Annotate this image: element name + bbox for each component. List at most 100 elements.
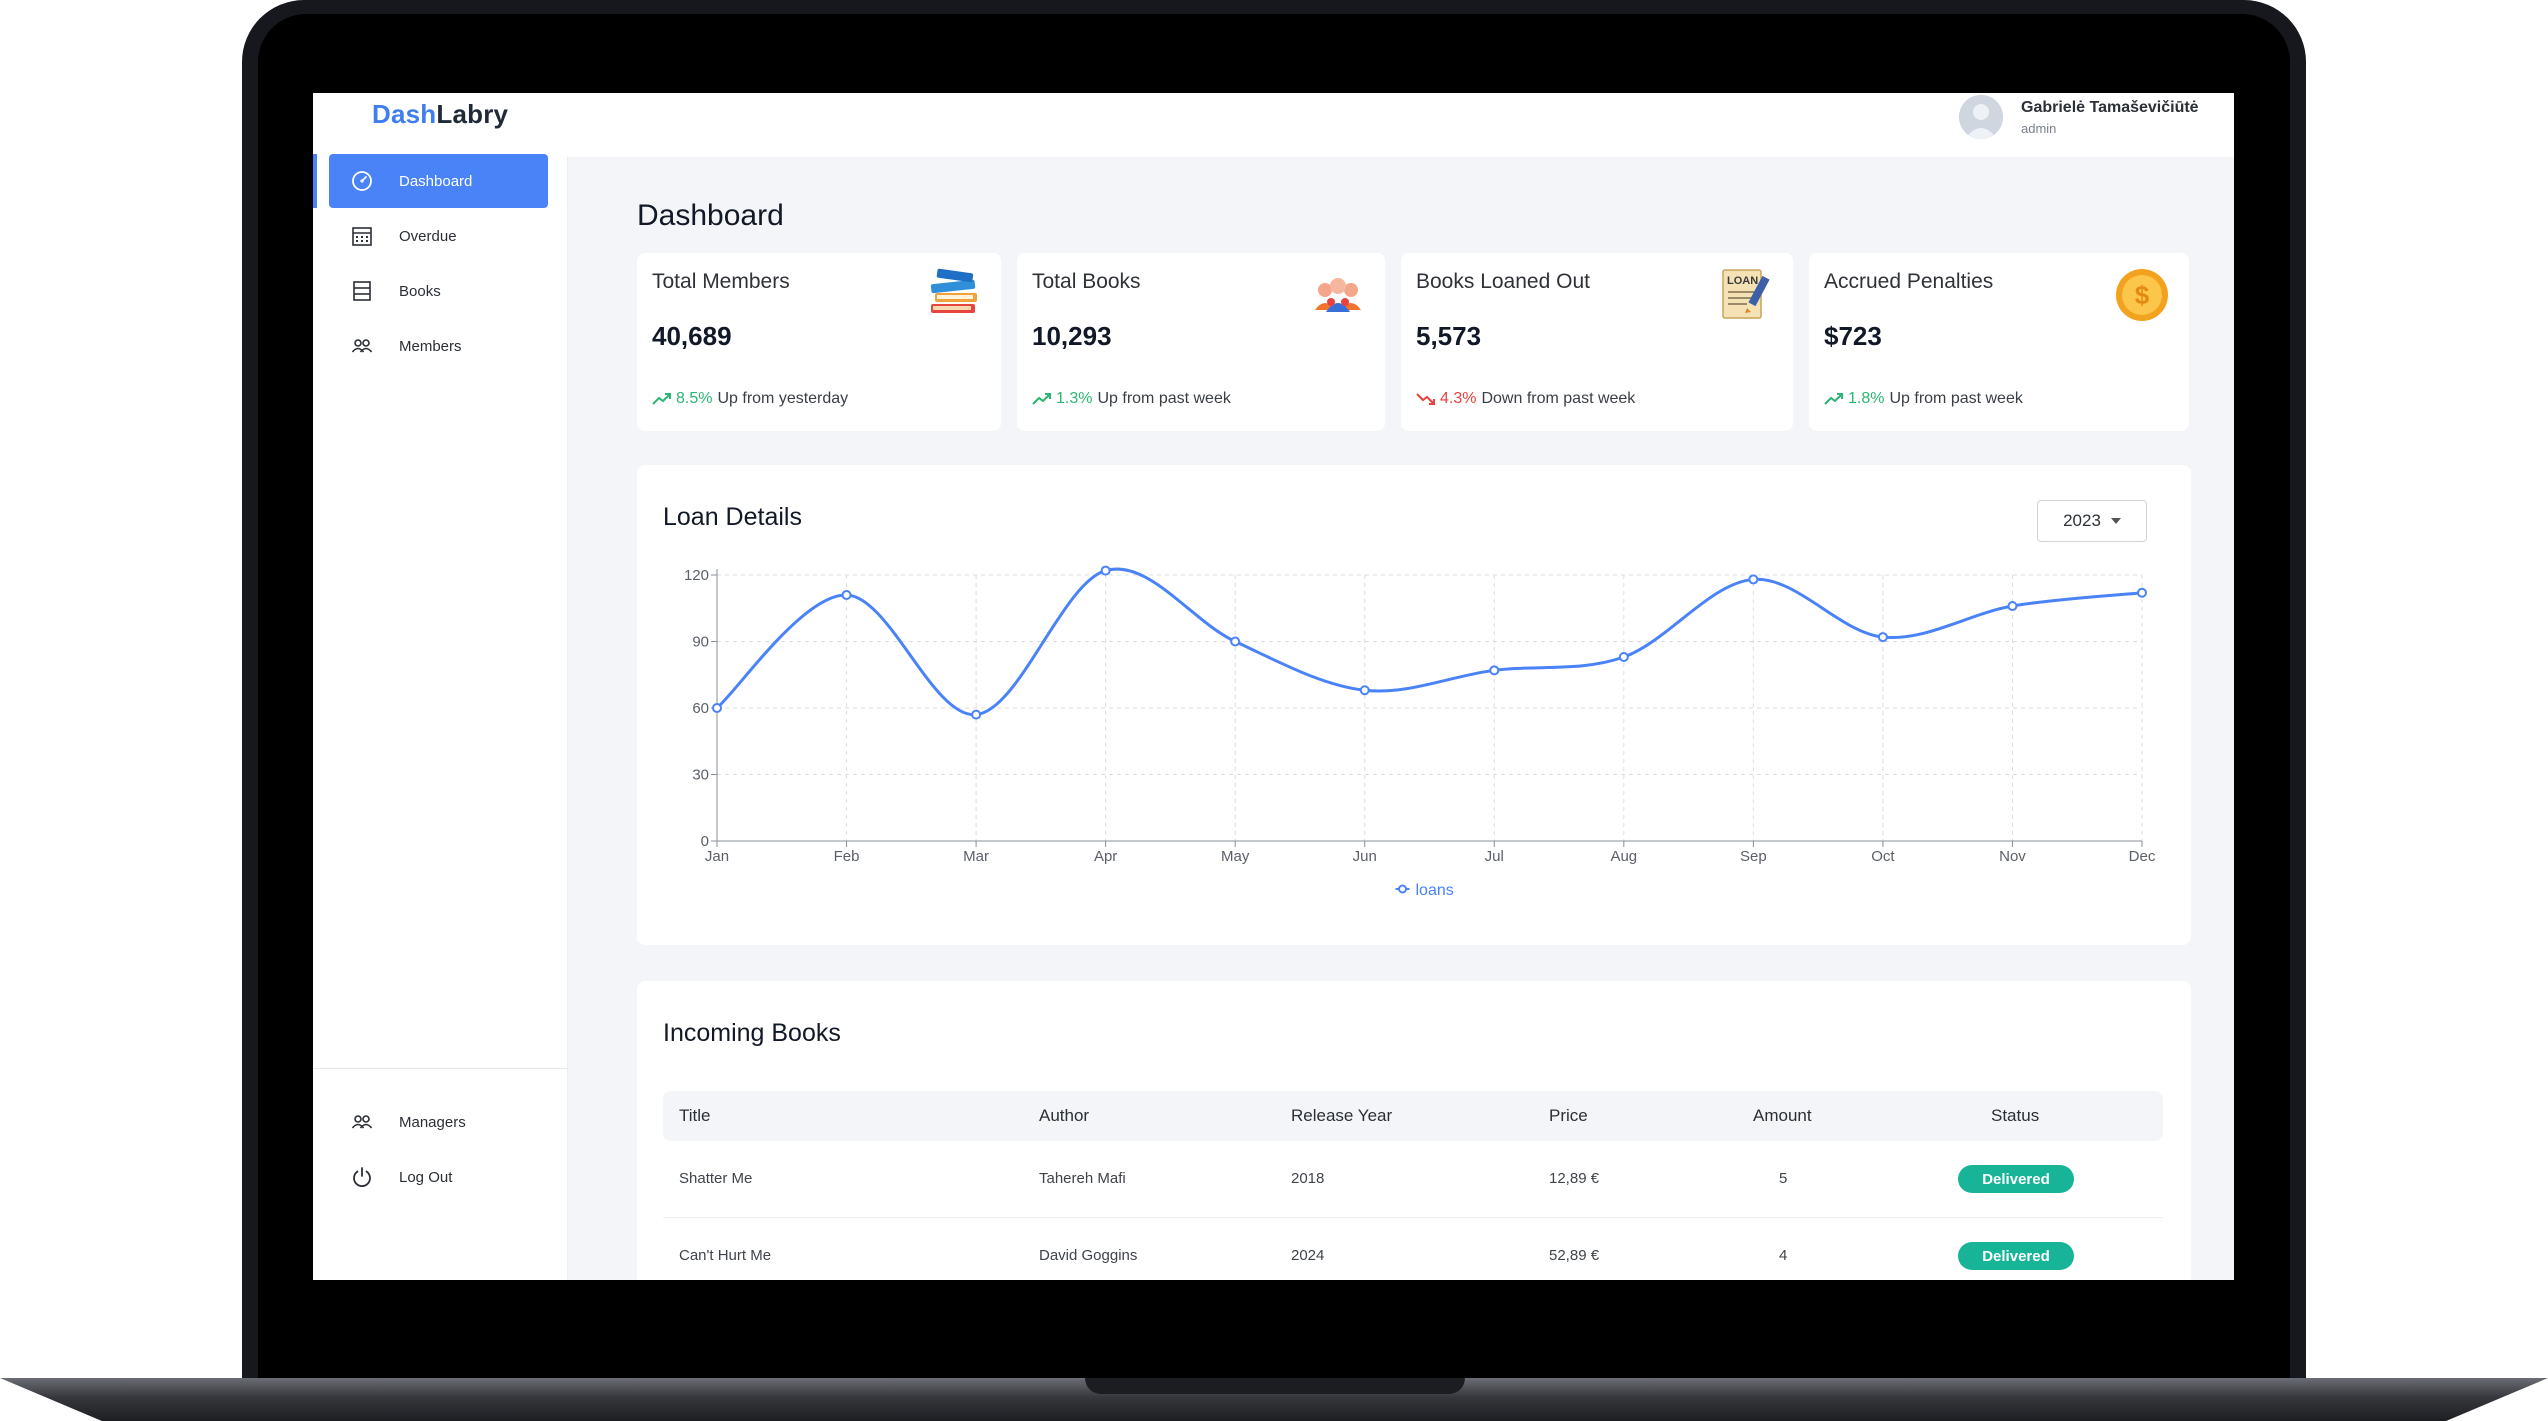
loan-line-chart: 0306090120Jan Feb Mar Apr May Jun Jul Aug Sep Oct…: [684, 565, 2156, 899]
data-point: [1100, 565, 1111, 576]
speedometer-icon: [351, 170, 373, 192]
card-trend: 1.8% Up from past week: [1824, 390, 2023, 408]
column-header[interactable]: Release Year: [1291, 1091, 1392, 1141]
sidebar-item-label: Books: [399, 282, 441, 300]
data-point: [971, 709, 982, 720]
x-tick-label: May: [1221, 848, 1250, 865]
column-header[interactable]: Status: [1991, 1091, 2039, 1141]
x-tick-label: Dec: [2129, 848, 2156, 865]
power-icon: [351, 1166, 373, 1188]
trend-up-icon: [652, 393, 671, 405]
sidebar-item-overdue[interactable]: Overdue: [329, 209, 548, 263]
x-tick-label: Jan: [705, 848, 729, 865]
cell-author: Tahereh Mafi: [1039, 1170, 1126, 1187]
stacked-books-icon: [925, 266, 983, 324]
trend-percent: 8.5%: [676, 390, 713, 407]
trend-up-icon: [1824, 393, 1843, 405]
active-indicator: [313, 154, 317, 208]
users-icon: [351, 1111, 373, 1133]
sidebar: DashLabry Dashboard Overdue Books Member…: [313, 93, 568, 1280]
status-badge: Delivered: [1958, 1165, 2074, 1193]
sidebar-item-dashboard[interactable]: Dashboard: [329, 154, 548, 208]
sidebar-divider: [313, 1068, 567, 1069]
trend-down-icon: [1416, 393, 1435, 405]
card-trend: 1.3% Up from past week: [1032, 390, 1231, 408]
cell-release-year: 2018: [1291, 1170, 1325, 1187]
stat-card-accrued-penalties: Accrued Penalties $723 $ 1.8% Up from pa…: [1809, 253, 2189, 431]
users-icon: [351, 335, 373, 357]
card-title: Total Members: [652, 270, 790, 293]
sidebar-item-managers[interactable]: Managers: [329, 1095, 548, 1149]
data-point: [1359, 685, 1370, 696]
sidebar-item-members[interactable]: Members: [329, 319, 548, 373]
legend-swatch-point: [1398, 884, 1407, 894]
data-point: [1489, 665, 1500, 676]
table-row[interactable]: Shatter Me Tahereh Mafi 2018 12,89 € 5 D…: [663, 1141, 2163, 1218]
column-header[interactable]: Price: [1549, 1091, 1588, 1141]
x-tick-label: Apr: [1094, 848, 1117, 865]
app-screen: DashLabry Dashboard Overdue Books Member…: [313, 93, 2234, 1280]
card-value: 40,689: [652, 321, 732, 351]
cell-amount: 5: [1779, 1170, 1788, 1187]
incoming-books-panel: Incoming Books Title Author Release Year…: [637, 981, 2191, 1280]
trend-text: Up from past week: [1097, 390, 1231, 407]
cell-price: 52,89 €: [1549, 1247, 1600, 1264]
page-title: Dashboard: [637, 199, 784, 232]
table-header: Title Author Release Year Price Amount S…: [663, 1091, 2163, 1141]
x-tick-label: Aug: [1610, 848, 1637, 865]
x-tick-label: Feb: [834, 848, 860, 865]
laptop-notch: [1085, 1378, 1465, 1394]
cell-amount: 4: [1779, 1247, 1788, 1264]
y-tick-label: 90: [692, 634, 709, 651]
cell-price: 12,89 €: [1549, 1170, 1600, 1187]
x-tick-label: Jun: [1353, 848, 1377, 865]
data-point: [1877, 632, 1888, 643]
y-tick-label: 60: [692, 700, 709, 717]
trend-text: Up from past week: [1889, 390, 2023, 407]
status-badge: Delivered: [1958, 1242, 2074, 1270]
column-header[interactable]: Amount: [1753, 1091, 1812, 1141]
cell-release-year: 2024: [1291, 1247, 1325, 1264]
column-header[interactable]: Title: [679, 1091, 711, 1141]
dollar-coin-icon: $: [2113, 266, 2171, 324]
calendar-icon: [351, 225, 373, 247]
data-point: [841, 589, 852, 600]
sidebar-item-label: Managers: [399, 1113, 466, 1131]
legend-label: loans: [1416, 882, 1454, 899]
stat-card-books-loaned-out: Books Loaned Out 5,573 LOAN 4.3% Down fr…: [1401, 253, 1793, 431]
user-name[interactable]: Gabrielė Tamaševičiūtė: [2021, 99, 2199, 117]
card-trend: 8.5% Up from yesterday: [652, 390, 848, 408]
stat-card-total-books: Total Books 10,293 1.3% Up from past wee…: [1017, 253, 1385, 431]
people-group-icon: [1309, 266, 1367, 324]
column-header[interactable]: Author: [1039, 1091, 1089, 1141]
trend-up-icon: [1032, 393, 1051, 405]
user-role: admin: [2021, 121, 2057, 136]
sidebar-item-label: Log Out: [399, 1168, 453, 1186]
table-row[interactable]: Can't Hurt Me David Goggins 2024 52,89 €…: [663, 1218, 2163, 1280]
card-trend: 4.3% Down from past week: [1416, 390, 1635, 408]
y-tick-label: 120: [684, 567, 709, 584]
sidebar-item-label: Members: [399, 337, 462, 355]
svg-text:$: $: [2135, 280, 2150, 310]
card-title: Accrued Penalties: [1824, 270, 1994, 293]
card-value: 5,573: [1416, 321, 1482, 351]
data-point: [1748, 574, 1759, 585]
card-value: 10,293: [1032, 321, 1112, 351]
sidebar-item-label: Overdue: [399, 227, 457, 245]
sidebar-item-books[interactable]: Books: [329, 264, 548, 318]
data-point: [2007, 601, 2018, 612]
sidebar-item-logout[interactable]: Log Out: [329, 1150, 548, 1204]
cell-title: Can't Hurt Me: [679, 1247, 772, 1264]
avatar[interactable]: [1959, 95, 2003, 139]
x-tick-label: Sep: [1740, 848, 1767, 865]
trend-text: Up from yesterday: [717, 390, 849, 407]
card-title: Total Books: [1032, 270, 1141, 293]
x-tick-label: Jul: [1485, 848, 1504, 865]
data-point: [1230, 636, 1241, 647]
trend-percent: 4.3%: [1440, 390, 1477, 407]
app-logo[interactable]: DashLabry: [372, 99, 508, 130]
cell-title: Shatter Me: [679, 1170, 753, 1187]
x-tick-label: Oct: [1871, 848, 1895, 865]
card-value: $723: [1824, 321, 1882, 351]
panel-title: Incoming Books: [663, 1019, 841, 1047]
